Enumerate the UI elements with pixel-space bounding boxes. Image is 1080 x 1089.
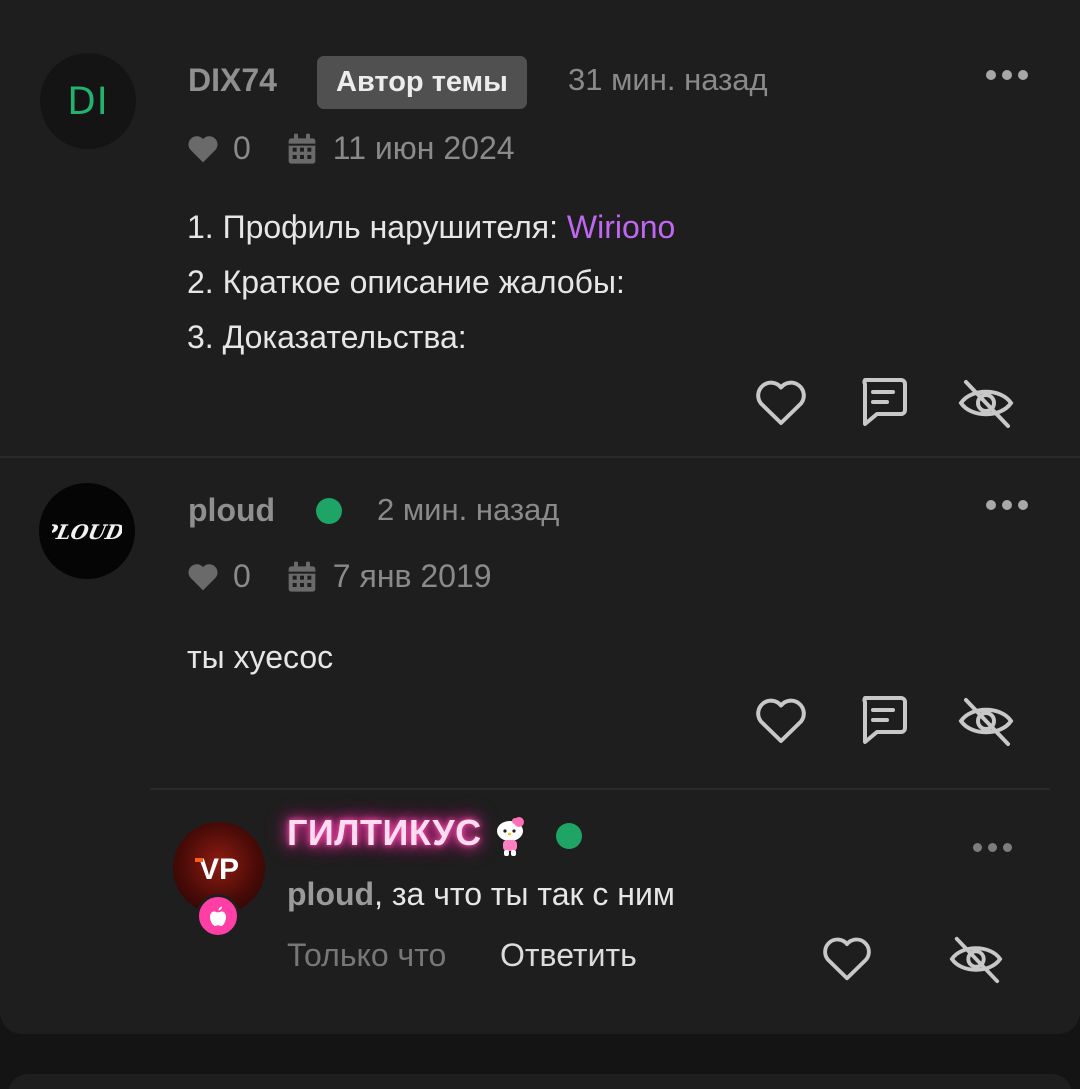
calendar-icon [288,133,316,164]
more-options-icon[interactable] [973,843,1012,852]
violator-profile-link[interactable]: Wiriono [567,209,675,245]
post-time: 31 мин. назад [568,62,768,97]
hello-kitty-icon [497,817,524,856]
eye-off-icon[interactable] [957,376,1015,430]
username-giltikus[interactable]: ГИЛТИКУС [287,812,482,854]
ploud-logo-icon: PLOUD [52,520,122,544]
online-status-dot [316,498,342,524]
eye-off-icon[interactable] [957,694,1015,748]
mention-ploud[interactable]: ploud [287,876,374,912]
body-line-1: 1. Профиль нарушителя: Wiriono [187,200,675,255]
more-options-icon[interactable] [986,500,1028,510]
reply-text: ploud, за что ты так с ним [287,876,675,913]
avatar-dix74[interactable]: DI [40,53,136,149]
online-status-dot [556,823,582,849]
vp-logo-icon: VP [195,853,239,886]
username-dix74[interactable]: DIX74 [188,62,277,99]
next-card-edge [8,1074,1072,1089]
comment-icon[interactable] [857,694,909,748]
apple-icon [210,906,226,926]
like-heart-icon[interactable] [822,935,872,983]
apple-badge-icon [196,894,240,938]
calendar-icon [288,561,316,592]
body-line-2: 2. Краткое описание жалобы: [187,264,625,300]
reply-button[interactable]: Ответить [500,937,637,974]
likes-count: 0 [233,558,251,594]
more-options-icon[interactable] [986,70,1028,80]
topic-author-badge-label: Автор темы [336,66,508,98]
like-heart-icon[interactable] [755,696,807,746]
topic-author-badge: Автор темы [317,56,527,109]
reply-divider [150,788,1050,790]
post-meta: 0 7 янв 2019 [187,558,492,595]
avatar-initials: DI [67,79,109,123]
registration-date: 11 июн 2024 [332,130,515,166]
avatar-ploud[interactable]: PLOUD [39,483,135,579]
post-body: ты хуесос [187,639,334,675]
username-ploud[interactable]: ploud [188,492,275,529]
like-heart-icon[interactable] [755,378,807,428]
svg-text:VP: VP [199,853,239,886]
reply-message: , за что ты так с ним [374,876,675,912]
reply-time: Только что [287,937,447,973]
comments-card: DI DIX74 Автор темы 31 мин. назад 0 11 и… [0,0,1080,1034]
comment-icon[interactable] [857,376,909,430]
eye-off-icon[interactable] [948,933,1004,985]
body-line-3: 3. Доказательства: [187,319,467,355]
heart-icon [188,563,218,590]
post-body: 1. Профиль нарушителя: Wiriono 2. Кратко… [187,200,675,365]
post-time: 2 мин. назад [377,492,560,527]
post-divider [0,456,1080,458]
likes-count: 0 [233,130,251,166]
registration-date: 7 янв 2019 [332,558,492,594]
body-line-1-prefix: 1. Профиль нарушителя: [187,209,567,245]
svg-text:PLOUD: PLOUD [52,520,122,544]
heart-icon [188,135,218,162]
post-meta: 0 11 июн 2024 [187,130,515,167]
